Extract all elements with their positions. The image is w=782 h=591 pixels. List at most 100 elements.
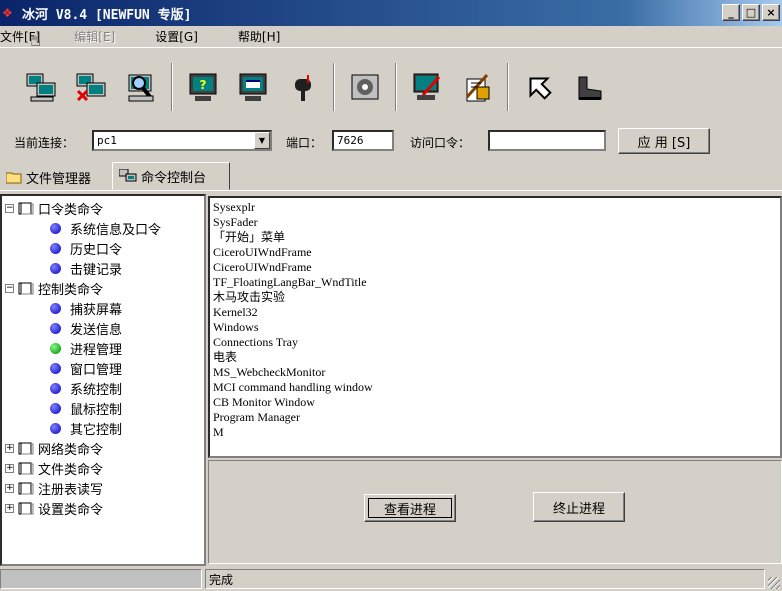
tree-item-send-message[interactable]: 发送信息: [50, 318, 122, 338]
tree-item-system-control[interactable]: 系统控制: [50, 378, 122, 398]
expand-icon[interactable]: +: [5, 463, 14, 473]
expand-icon[interactable]: +: [5, 443, 14, 453]
port-input[interactable]: 7626: [332, 130, 394, 151]
tree-item-keylog[interactable]: 击键记录: [50, 258, 122, 278]
add-host-button[interactable]: [19, 65, 63, 109]
blue-bullet-icon: [50, 242, 61, 254]
toolbar-separator: [171, 63, 173, 111]
tree-node-file-commands[interactable]: + 文件类命令: [5, 458, 103, 478]
list-item[interactable]: Windows: [213, 320, 777, 335]
current-connection-select[interactable]: pc1: [92, 130, 272, 151]
tab-bar: 文件管理器 命令控制台: [0, 162, 782, 190]
list-item[interactable]: TF_FloatingLangBar_WndTitle: [213, 275, 777, 290]
tree-item-process-manager[interactable]: 进程管理: [50, 338, 122, 358]
kill-process-button[interactable]: 终止进程: [533, 492, 625, 522]
list-item[interactable]: 木马攻击实验: [213, 290, 777, 305]
add-host-icon: [26, 73, 56, 102]
resize-grip-icon[interactable]: [768, 577, 780, 589]
tab-command-console[interactable]: 命令控制台: [112, 162, 230, 190]
list-item[interactable]: 「开始」菜单: [213, 230, 777, 245]
search-host-button[interactable]: [119, 65, 163, 109]
view-process-button[interactable]: 查看进程: [364, 494, 456, 522]
tab-file-manager[interactable]: 文件管理器: [0, 166, 97, 188]
list-item[interactable]: 电表: [213, 350, 777, 365]
expand-icon[interactable]: +: [5, 483, 14, 493]
title-bar[interactable]: ❖ 冰河 V8.4 [NEWFUN 专版] _ □ ×: [0, 0, 782, 26]
green-bullet-icon: [50, 342, 61, 354]
blue-bullet-icon: [50, 362, 61, 374]
expand-icon[interactable]: +: [5, 503, 14, 513]
password-label: 访问口令：: [410, 136, 471, 150]
exit-button[interactable]: [567, 65, 611, 109]
list-item[interactable]: Connections Tray: [213, 335, 777, 350]
current-connection-label: 当前连接：: [14, 136, 75, 150]
port-label: 端口：: [286, 136, 323, 150]
window-title: 冰河 V8.4 [NEWFUN 专版]: [22, 7, 192, 23]
list-item[interactable]: Program Manager: [213, 410, 777, 425]
list-item[interactable]: MCI command handling window: [213, 380, 777, 395]
collapse-icon[interactable]: −: [5, 283, 14, 293]
screen-capture-button[interactable]: [231, 65, 275, 109]
menu-edit[interactable]: 编辑[E]: [68, 28, 121, 45]
list-item[interactable]: CiceroUIWndFrame: [213, 260, 777, 275]
list-item[interactable]: SysFader: [213, 215, 777, 230]
action-panel: 查看进程 终止进程: [208, 460, 782, 564]
tree-item-history-password[interactable]: 历史口令: [50, 238, 122, 258]
tree-node-network-commands[interactable]: + 网络类命令: [5, 438, 103, 458]
blue-bullet-icon: [50, 382, 61, 394]
menu-help[interactable]: 帮助[H]: [232, 28, 286, 45]
status-progress-panel: [0, 569, 202, 589]
maximize-button[interactable]: □: [742, 4, 760, 21]
menu-settings[interactable]: 设置[G]: [149, 28, 204, 45]
delete-host-icon: [76, 73, 106, 102]
help-monitor-button[interactable]: ?: [181, 65, 225, 109]
tree-item-window-manager[interactable]: 窗口管理: [50, 358, 122, 378]
delete-host-button[interactable]: [69, 65, 113, 109]
config-button[interactable]: [343, 65, 387, 109]
output-list[interactable]: Sysexplr SysFader 「开始」菜单 CiceroUIWndFram…: [208, 196, 782, 458]
collapse-icon[interactable]: −: [5, 203, 14, 213]
up-arrow-icon: [529, 77, 552, 100]
tools-button[interactable]: [455, 65, 499, 109]
upload-button[interactable]: [517, 65, 561, 109]
minimize-button[interactable]: _: [722, 4, 740, 21]
mailbox-icon: [295, 75, 311, 101]
list-item[interactable]: M: [213, 425, 777, 440]
blue-bullet-icon: [50, 322, 61, 334]
edit-monitor-button[interactable]: [405, 65, 449, 109]
tree-node-settings-commands[interactable]: + 设置类命令: [5, 498, 103, 518]
folder-icon: [6, 172, 22, 183]
password-input[interactable]: [488, 130, 606, 151]
status-bar: 完成: [0, 567, 782, 591]
screen-icon: [239, 73, 267, 101]
mailbox-button[interactable]: [281, 65, 325, 109]
blue-bullet-icon: [50, 262, 61, 274]
blue-bullet-icon: [50, 302, 61, 314]
list-item[interactable]: CiceroUIWndFrame: [213, 245, 777, 260]
boot-icon: [578, 76, 602, 100]
book-icon: [18, 202, 34, 214]
computer-icon: [119, 169, 137, 182]
tree-node-registry[interactable]: + 注册表读写: [5, 478, 103, 498]
tree-node-password-commands[interactable]: − 口令类命令: [5, 198, 103, 218]
tree-item-capture-screen[interactable]: 捕获屏幕: [50, 298, 122, 318]
apply-button[interactable]: 应 用 [S]: [618, 128, 710, 154]
edit-monitor-icon: [413, 73, 441, 100]
search-host-icon: [128, 74, 154, 102]
book-icon: [18, 502, 34, 514]
list-item[interactable]: Kernel32: [213, 305, 777, 320]
tree-item-mouse-control[interactable]: 鼠标控制: [50, 398, 122, 418]
list-item[interactable]: CB Monitor Window: [213, 395, 777, 410]
close-button[interactable]: ×: [762, 4, 780, 21]
toolbar: ?: [0, 52, 782, 122]
list-item[interactable]: Sysexplr: [213, 200, 777, 215]
menu-bar: 文件[F] 编辑[E] 设置[G] 帮助[H]: [0, 26, 782, 48]
command-tree[interactable]: − 口令类命令 系统信息及口令 历史口令 击键记录 − 控制类命令 捕获屏幕 发…: [0, 194, 206, 566]
chevron-down-icon[interactable]: ▼: [254, 132, 270, 149]
tree-node-control-commands[interactable]: − 控制类命令: [5, 278, 103, 298]
blue-bullet-icon: [50, 222, 61, 234]
tree-item-sysinfo-password[interactable]: 系统信息及口令: [50, 218, 161, 238]
tree-item-other-control[interactable]: 其它控制: [50, 418, 122, 438]
blue-bullet-icon: [50, 402, 61, 414]
list-item[interactable]: MS_WebcheckMonitor: [213, 365, 777, 380]
